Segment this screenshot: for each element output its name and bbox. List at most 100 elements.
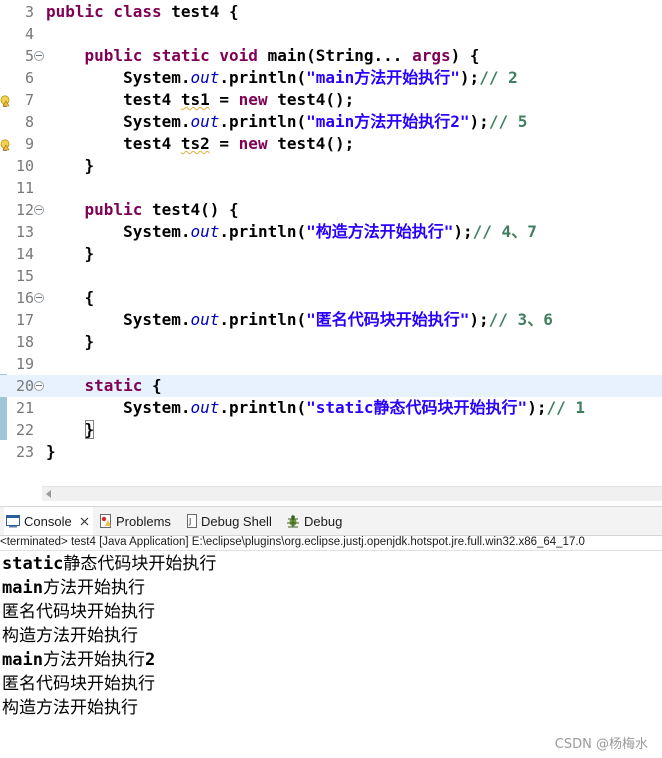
console-text: 方法开始执行 bbox=[42, 650, 145, 670]
code-line[interactable]: 4 bbox=[0, 23, 662, 45]
close-icon[interactable] bbox=[80, 517, 89, 526]
code-token: System. bbox=[46, 222, 191, 241]
console-text: 2 bbox=[144, 650, 156, 670]
keyword: new bbox=[238, 134, 278, 153]
warning-lightbulb-icon[interactable] bbox=[0, 137, 10, 151]
code-token: = bbox=[209, 90, 239, 109]
fold-collapse-icon[interactable] bbox=[34, 293, 44, 303]
fold-collapse-icon[interactable] bbox=[34, 51, 44, 61]
code-line[interactable]: 19 bbox=[0, 353, 662, 375]
line-number: 4 bbox=[24, 25, 34, 43]
tab-debug-shell[interactable]: J Debug Shell bbox=[185, 507, 276, 535]
comment: // 5 bbox=[488, 112, 528, 131]
line-number: 12 bbox=[15, 201, 34, 219]
code-line[interactable]: 14 } bbox=[0, 243, 662, 265]
code-line[interactable]: 7 test4 ts1 = new test4(); bbox=[0, 89, 662, 111]
code-text[interactable]: test4 ts2 = new test4(); bbox=[46, 133, 354, 155]
code-text[interactable]: public test4() { bbox=[46, 199, 239, 221]
code-line[interactable]: 9 test4 ts2 = new test4(); bbox=[0, 133, 662, 155]
code-text[interactable]: System.out.println("main方法开始执行2");// 5 bbox=[46, 111, 527, 133]
code-line[interactable]: 3 public class test4 { bbox=[0, 1, 662, 23]
tab-console[interactable]: Console bbox=[4, 507, 93, 535]
svg-text:J: J bbox=[188, 517, 191, 526]
console-output-line: 匿名代码块开始执行 bbox=[2, 600, 658, 624]
line-number: 18 bbox=[15, 333, 34, 351]
line-number: 3 bbox=[24, 3, 34, 21]
code-text[interactable]: public class test4 { bbox=[46, 1, 239, 23]
code-line[interactable]: 10 } bbox=[0, 155, 662, 177]
code-text[interactable]: } bbox=[46, 441, 56, 463]
code-line[interactable]: 16 { bbox=[0, 287, 662, 309]
code-line[interactable]: 6 System.out.println("main方法开始执行");// 2 bbox=[0, 67, 662, 89]
code-editor[interactable]: 3 public class test4 {4 5 public static vo… bbox=[0, 0, 662, 486]
code-token: test4 bbox=[46, 134, 181, 153]
code-token: test4 { bbox=[171, 2, 239, 21]
code-line[interactable]: 12 public test4() { bbox=[0, 199, 662, 221]
tab-label: Debug Shell bbox=[201, 513, 272, 529]
line-number: 10 bbox=[15, 157, 34, 175]
comment: // 3、6 bbox=[488, 310, 553, 329]
code-text[interactable]: System.out.println("构造方法开始执行");// 4、7 bbox=[46, 221, 537, 243]
code-line[interactable]: 8 System.out.println("main方法开始执行2");// 5 bbox=[0, 111, 662, 133]
code-text[interactable]: System.out.println("main方法开始执行");// 2 bbox=[46, 67, 518, 89]
code-line[interactable]: 20 static { bbox=[0, 375, 662, 397]
code-text[interactable]: static { bbox=[46, 375, 162, 397]
code-text[interactable]: } bbox=[46, 419, 95, 441]
code-text[interactable]: System.out.println("static静态代码块开始执行");//… bbox=[46, 397, 585, 419]
code-line[interactable]: 5 public static void main(String... args… bbox=[0, 45, 662, 67]
code-line[interactable]: 11 bbox=[0, 177, 662, 199]
string-literal: "static静态代码块开始执行" bbox=[306, 398, 528, 417]
tab-debug[interactable]: Debug bbox=[284, 507, 346, 535]
console-text: 构造方法开始执行 bbox=[2, 698, 138, 718]
code-token: main(String... bbox=[267, 46, 413, 65]
tab-label: Debug bbox=[304, 513, 343, 529]
string-literal: "main方法开始执行2" bbox=[306, 112, 470, 131]
code-line[interactable]: 13 System.out.println("构造方法开始执行");// 4、7 bbox=[0, 221, 662, 243]
field-reference: out bbox=[190, 68, 220, 87]
scroll-left-arrow-icon[interactable] bbox=[46, 490, 51, 498]
line-number: 6 bbox=[24, 69, 34, 87]
fold-collapse-icon[interactable] bbox=[34, 381, 44, 391]
console-output-line: static静态代码块开始执行 bbox=[2, 552, 658, 576]
string-literal: "匿名代码块开始执行" bbox=[306, 310, 470, 329]
horizontal-scrollbar[interactable] bbox=[42, 486, 662, 501]
code-text[interactable]: } bbox=[46, 331, 95, 353]
warning-lightbulb-icon[interactable] bbox=[0, 93, 10, 107]
fold-collapse-icon[interactable] bbox=[34, 205, 44, 215]
line-number: 15 bbox=[15, 267, 34, 285]
code-line[interactable]: 15 bbox=[0, 265, 662, 287]
code-text[interactable]: System.out.println("匿名代码块开始执行");// 3、6 bbox=[46, 309, 553, 331]
comment: // 2 bbox=[479, 68, 518, 87]
comment: // 4、7 bbox=[472, 222, 537, 241]
debug-icon bbox=[286, 514, 300, 528]
code-text[interactable]: test4 ts1 = new test4(); bbox=[46, 89, 354, 111]
console-text: 构造方法开始执行 bbox=[2, 626, 138, 646]
code-text[interactable]: } bbox=[46, 155, 95, 177]
tab-label: Problems bbox=[116, 513, 171, 529]
code-token: test4(); bbox=[277, 90, 355, 109]
code-text[interactable]: public static void main(String... args) … bbox=[46, 45, 480, 67]
line-number: 11 bbox=[15, 179, 34, 197]
code-token: } bbox=[46, 156, 95, 175]
code-token: } bbox=[84, 420, 95, 439]
keyword: new bbox=[238, 90, 278, 109]
code-token: ); bbox=[459, 68, 480, 87]
code-text[interactable]: { bbox=[46, 287, 95, 309]
line-number: 8 bbox=[24, 113, 34, 131]
code-line[interactable]: 18 } bbox=[0, 331, 662, 353]
field-reference: out bbox=[190, 310, 220, 329]
line-number: 5 bbox=[24, 47, 34, 65]
console-text: 静态代码块开始执行 bbox=[63, 554, 217, 574]
keyword: public class bbox=[46, 2, 172, 21]
string-literal: "构造方法开始执行" bbox=[306, 222, 454, 241]
console-text: 方法开始执行 bbox=[42, 578, 145, 598]
code-line[interactable]: 17 System.out.println("匿名代码块开始执行");// 3、… bbox=[0, 309, 662, 331]
code-token: ts1 bbox=[180, 90, 210, 109]
code-text[interactable]: } bbox=[46, 243, 95, 265]
code-line[interactable]: 22 } bbox=[0, 419, 662, 441]
tab-problems[interactable]: Problems bbox=[98, 507, 175, 535]
console-text: main bbox=[2, 578, 43, 598]
code-line[interactable]: 23} bbox=[0, 441, 662, 463]
code-line[interactable]: 21 System.out.println("static静态代码块开始执行")… bbox=[0, 397, 662, 419]
